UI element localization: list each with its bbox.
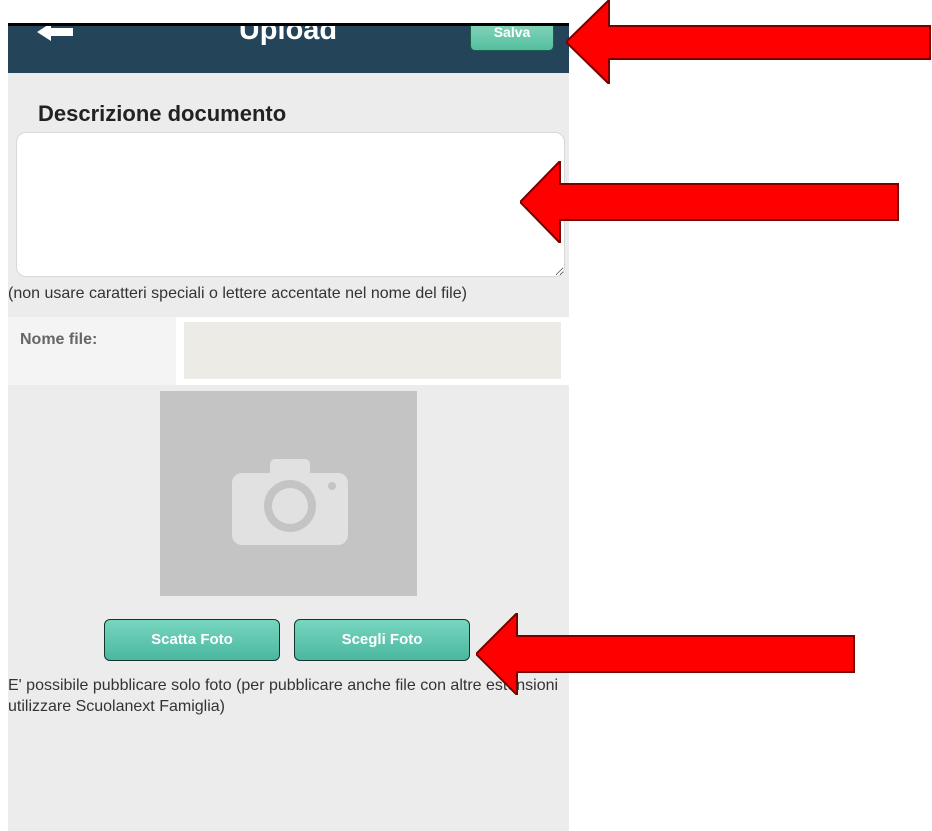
file-name-label: Nome file: [20, 331, 98, 348]
take-photo-button[interactable]: Scatta Foto [104, 619, 280, 661]
app-screen: Upload Salva Descrizione documento (non … [8, 23, 569, 831]
annotation-arrow-save [566, 0, 931, 84]
file-name-input[interactable] [184, 322, 561, 379]
status-strip [8, 23, 569, 26]
top-bar: Upload Salva [8, 23, 569, 73]
description-heading: Descrizione documento [38, 101, 287, 126]
save-button[interactable]: Salva [470, 23, 554, 51]
camera-icon [232, 459, 348, 545]
arrow-left-icon[interactable] [36, 23, 76, 43]
annotation-arrow-description [520, 161, 899, 243]
file-name-hint: (non usare caratteri speciali o lettere … [8, 285, 467, 302]
annotation-arrow-photo [476, 613, 855, 695]
file-name-row: Nome file: [8, 317, 569, 385]
page-title: Upload [238, 23, 338, 46]
description-textarea[interactable] [16, 132, 565, 277]
choose-photo-button[interactable]: Scegli Foto [294, 619, 470, 661]
file-name-label-cell: Nome file: [8, 317, 176, 385]
photo-preview[interactable] [160, 391, 417, 596]
